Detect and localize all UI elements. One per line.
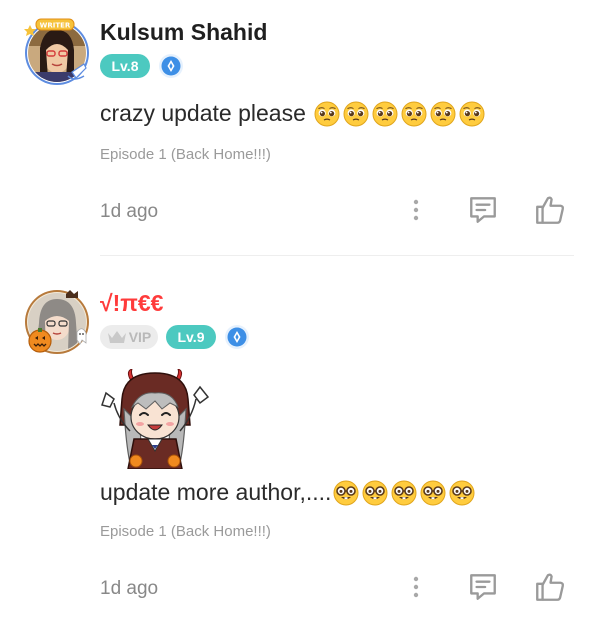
shield-badge-icon [158,53,184,79]
shield-badge-icon [224,324,250,350]
writer-avatar-frame: WRITER [24,18,89,85]
pleading-face-icon [314,101,340,127]
avatar-frame-label: WRITER [40,22,71,30]
avatar[interactable] [25,290,92,357]
pleading-face-icon [430,101,456,127]
vip-badge: VIP [100,325,158,349]
level-badge: Lv.9 [166,325,216,349]
comment-text: crazy update please [100,100,306,126]
pleading-face-icon [401,101,427,127]
reply-icon[interactable] [467,571,499,603]
user-badges: Lv.8 [100,53,184,79]
devil-girl-sticker [101,369,210,469]
reply-icon[interactable] [467,194,499,226]
nerd-face-icon [333,480,359,506]
nerd-face-icon [391,480,417,506]
more-options-icon[interactable] [404,574,428,600]
username[interactable]: Kulsum Shahid [100,19,267,46]
comment-text: update more author,.... [100,479,332,505]
pleading-face-icon [372,101,398,127]
episode-link[interactable]: Episode 1 (Back Home!!!) [100,523,271,540]
timestamp: 1d ago [100,201,159,222]
timestamp: 1d ago [100,578,159,599]
vip-label: VIP [128,329,152,345]
emoji-row [333,480,475,506]
comment-item: √!π€€ VIP Lv.9 update more author,.... E… [0,256,600,633]
nerd-face-icon [362,480,388,506]
comment-text-row: update more author,.... [100,479,475,506]
episode-link[interactable]: Episode 1 (Back Home!!!) [100,146,271,163]
avatar[interactable]: WRITER [24,18,90,86]
pleading-face-icon [343,101,369,127]
nerd-face-icon [420,480,446,506]
nerd-face-icon [449,480,475,506]
like-icon[interactable] [533,570,567,604]
crown-icon [107,331,126,343]
more-options-icon[interactable] [404,197,428,223]
emoji-row [314,101,485,127]
comment-item: WRITER Kulsum Shahid Lv.8 crazy update p… [0,0,600,256]
comment-text-row: crazy update please [100,100,485,127]
pleading-face-icon [459,101,485,127]
username[interactable]: √!π€€ [100,290,163,317]
user-badges: VIP Lv.9 [100,324,250,350]
like-icon[interactable] [533,193,567,227]
level-badge: Lv.8 [100,54,150,78]
halloween-avatar-frame [25,290,89,354]
